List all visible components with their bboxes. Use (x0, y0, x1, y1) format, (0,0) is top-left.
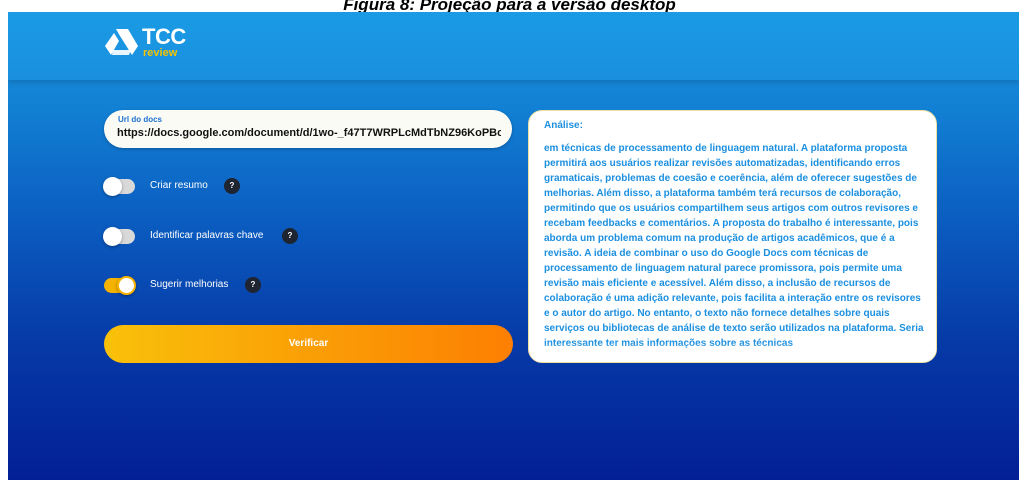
option-criar-resumo: Criar resumo ? (103, 176, 364, 196)
analysis-panel[interactable]: Análise: em técnicas de processamento de… (528, 110, 937, 363)
identificar-palavras-toggle[interactable] (103, 227, 135, 246)
app-window: TCC review Url do docs Criar resumo ? Id… (8, 12, 1019, 480)
logo[interactable]: TCC review (105, 24, 186, 64)
scroll-fade (529, 342, 936, 362)
figure-caption: Figura 8: Projeção para a versão desktop (343, 0, 676, 12)
criar-resumo-toggle[interactable] (103, 177, 135, 196)
criar-resumo-label: Criar resumo (150, 180, 208, 191)
toggle-knob (103, 177, 122, 196)
identificar-palavras-label: Identificar palavras chave (150, 230, 264, 241)
logo-subtitle: review (143, 47, 178, 59)
url-input[interactable] (117, 125, 501, 141)
sugerir-melhorias-label: Sugerir melhorias (150, 279, 229, 290)
analysis-title: Análise: (544, 120, 583, 131)
help-icon[interactable]: ? (245, 277, 261, 293)
logo-triangle-icon (105, 29, 138, 55)
verify-button[interactable]: Verificar (104, 325, 513, 363)
toggle-knob (103, 227, 122, 246)
help-icon[interactable]: ? (224, 178, 240, 194)
option-identificar-palavras-chave: Identificar palavras chave ? (103, 226, 364, 246)
url-field-label: Url do docs (118, 115, 163, 124)
analysis-text: em técnicas de processamento de linguage… (544, 143, 924, 349)
help-icon[interactable]: ? (282, 228, 298, 244)
header-bar: TCC review (8, 12, 1019, 80)
option-sugerir-melhorias: Sugerir melhorias ? (104, 275, 364, 295)
toggle-knob (117, 276, 136, 295)
sugerir-melhorias-toggle[interactable] (104, 276, 136, 295)
url-field-container: Url do docs (104, 110, 512, 148)
